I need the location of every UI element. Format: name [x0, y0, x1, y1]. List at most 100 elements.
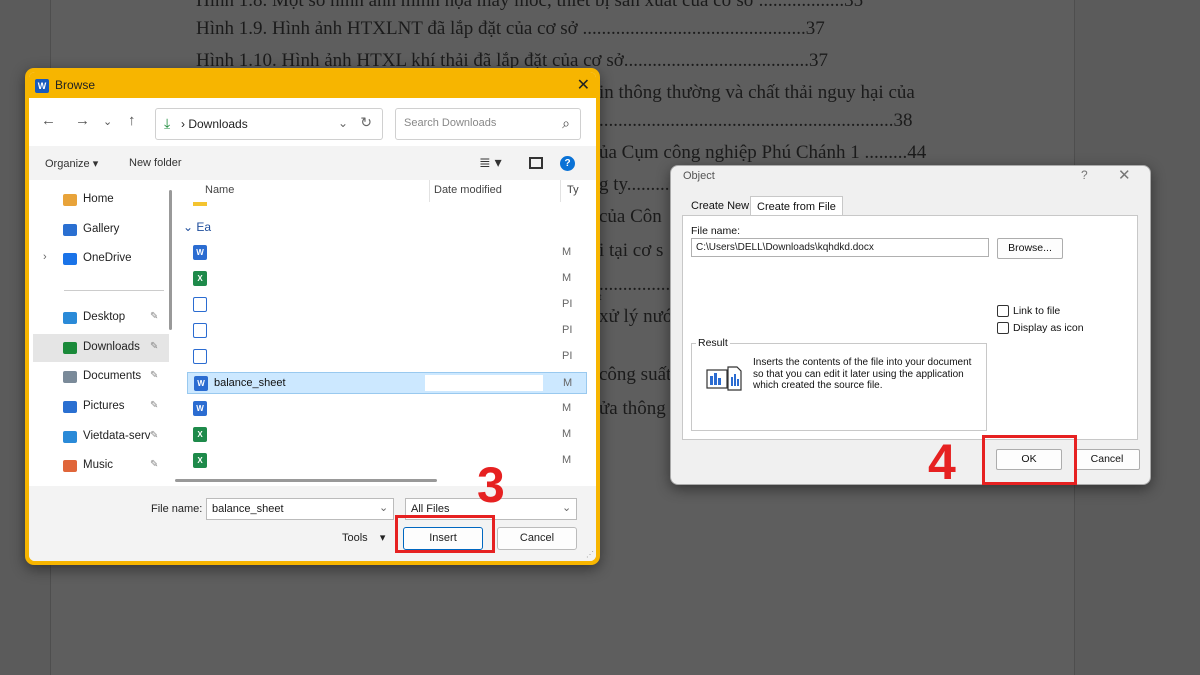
file-row[interactable]: PI [187, 294, 587, 316]
excel-file-icon: X [193, 453, 207, 468]
file-row[interactable]: PI [187, 346, 587, 368]
sidebar-item-onedrive[interactable]: › OneDrive [33, 245, 169, 273]
gallery-icon [63, 224, 77, 236]
file-row[interactable]: PI [187, 320, 587, 342]
doc-line: công suất [599, 364, 672, 385]
recent-locations-chevron-icon[interactable]: ⌄ [103, 115, 112, 128]
home-icon [63, 194, 77, 206]
back-arrow-icon[interactable]: ← [41, 112, 56, 129]
address-path: › Downloads [181, 117, 248, 131]
column-header-name[interactable]: Name [205, 184, 234, 196]
file-row[interactable]: Wbalance_sheet M [187, 372, 587, 394]
excel-file-icon: X [193, 271, 207, 286]
navigation-pane: Home Gallery › OneDrive Desktop ✎ Downloads ✎ Do… [29, 180, 173, 486]
help-icon[interactable]: ? [560, 156, 575, 171]
tab-create-new[interactable]: Create New [685, 196, 755, 216]
column-header-type[interactable]: Ty [567, 184, 579, 196]
file-row[interactable]: XM [187, 268, 587, 290]
chevron-down-icon[interactable]: ⌄ [338, 116, 348, 130]
file-row[interactable]: XM [187, 424, 587, 446]
folder-icon [193, 202, 207, 206]
address-bar[interactable]: ⤓ › Downloads ⌄ ↻ [155, 108, 383, 140]
ok-button-highlight [982, 435, 1077, 485]
file-row[interactable]: WM [187, 242, 587, 264]
pin-icon: ✎ [150, 341, 159, 352]
sidebar-item-music[interactable]: Music ✎ [33, 452, 169, 480]
forward-arrow-icon[interactable]: → [75, 112, 90, 129]
file-name-input[interactable]: balance_sheet [206, 498, 394, 520]
checkbox[interactable] [997, 322, 1009, 334]
date-cell [425, 375, 543, 391]
sidebar-item-documents[interactable]: Documents ✎ [33, 363, 169, 391]
view-options-icon[interactable]: ≣ ▾ [479, 154, 502, 171]
pdf-file-icon [193, 349, 207, 364]
doc-line: i tại cơ s [599, 240, 664, 261]
refresh-icon[interactable]: ↻ [360, 114, 372, 131]
checkbox-label: Display as icon [1013, 322, 1084, 334]
expand-chevron-icon[interactable]: › [43, 251, 47, 263]
column-separator [560, 180, 561, 202]
search-input[interactable]: Search Downloads ⌕ [395, 108, 581, 140]
preview-pane-icon[interactable] [529, 157, 543, 169]
file-type: PI [562, 298, 573, 310]
sidebar-item-label: Music [83, 459, 114, 471]
sidebar-item-downloads[interactable]: Downloads ✎ [33, 334, 169, 362]
file-path-input[interactable]: C:\Users\DELL\Downloads\kqhdkd.docx [691, 238, 989, 257]
chevron-down-icon[interactable]: ⌄ [562, 501, 571, 514]
close-icon[interactable]: ✕ [577, 75, 590, 95]
sidebar-item-home[interactable]: Home [33, 186, 169, 214]
file-type: PI [562, 324, 573, 336]
step-number-3: 3 [477, 457, 505, 513]
doc-line: Hình 1.8. Một số hình ảnh minh họa máy m… [196, 0, 864, 11]
sidebar-divider [64, 290, 164, 291]
sidebar-item-label: Downloads [83, 341, 140, 353]
sidebar-item-vietdata-serv[interactable]: Vietdata-serv ✎ [33, 423, 169, 451]
address-row: ← → ⌄ ↑ ⤓ › Downloads ⌄ ↻ Search Downloa… [29, 98, 596, 146]
browse-button[interactable]: Browse... [997, 238, 1063, 259]
column-header-date[interactable]: Date modified [434, 184, 502, 196]
cancel-button[interactable]: Cancel [1074, 449, 1140, 470]
word-file-icon: W [193, 401, 207, 416]
cancel-button[interactable]: Cancel [497, 527, 577, 550]
dialog-footer: File name: balance_sheet ⌄ All Files ⌄ T… [29, 486, 596, 561]
file-row[interactable]: WM [187, 398, 587, 420]
tools-button[interactable]: Tools ▾ [342, 531, 385, 544]
horizontal-scrollbar[interactable] [175, 479, 437, 482]
group-header[interactable]: ⌄ Ea [183, 220, 211, 234]
sidebar-item-gallery[interactable]: Gallery [33, 216, 169, 244]
close-icon[interactable]: ✕ [1118, 166, 1131, 184]
file-name: balance_sheet [214, 377, 286, 389]
dialog-title: Browse [55, 78, 96, 92]
organize-button[interactable]: Organize ▾ [45, 157, 98, 170]
pin-icon: ✎ [150, 400, 159, 411]
sidebar-item-desktop[interactable]: Desktop ✎ [33, 304, 169, 332]
pdf-file-icon [193, 297, 207, 312]
sidebar-item-pictures[interactable]: Pictures ✎ [33, 393, 169, 421]
file-type: M [562, 402, 572, 414]
pin-icon: ✎ [150, 311, 159, 322]
sidebar-scrollbar[interactable] [169, 190, 172, 330]
file-type: M [562, 246, 572, 258]
chevron-down-icon[interactable]: ⌄ [379, 501, 388, 514]
checkbox[interactable] [997, 305, 1009, 317]
dialog-title: Object [683, 170, 715, 182]
resize-grip-icon[interactable]: ⋰ [586, 550, 594, 559]
tab-create-from-file[interactable]: Create from File [750, 196, 843, 216]
help-icon[interactable]: ? [1081, 168, 1088, 182]
download-icon [63, 342, 77, 354]
pdf-file-icon [193, 323, 207, 338]
up-arrow-icon[interactable]: ↑ [128, 112, 136, 129]
download-icon: ⤓ [164, 115, 171, 131]
file-type: M [562, 428, 572, 440]
pictures-icon [63, 401, 77, 413]
result-group: Result Inserts the contents of the file … [691, 337, 987, 431]
new-folder-button[interactable]: New folder [129, 157, 182, 169]
file-row[interactable]: XM [187, 450, 587, 472]
sidebar-item-label: Pictures [83, 400, 125, 412]
sidebar-item-label: Documents [83, 370, 142, 382]
file-name-label: File name: [691, 225, 741, 237]
server-icon [63, 431, 77, 443]
doc-line: xử lý nướ [599, 306, 673, 327]
word-file-icon: W [194, 376, 208, 391]
command-bar: Organize ▾ New folder ≣ ▾ ? [29, 146, 596, 180]
